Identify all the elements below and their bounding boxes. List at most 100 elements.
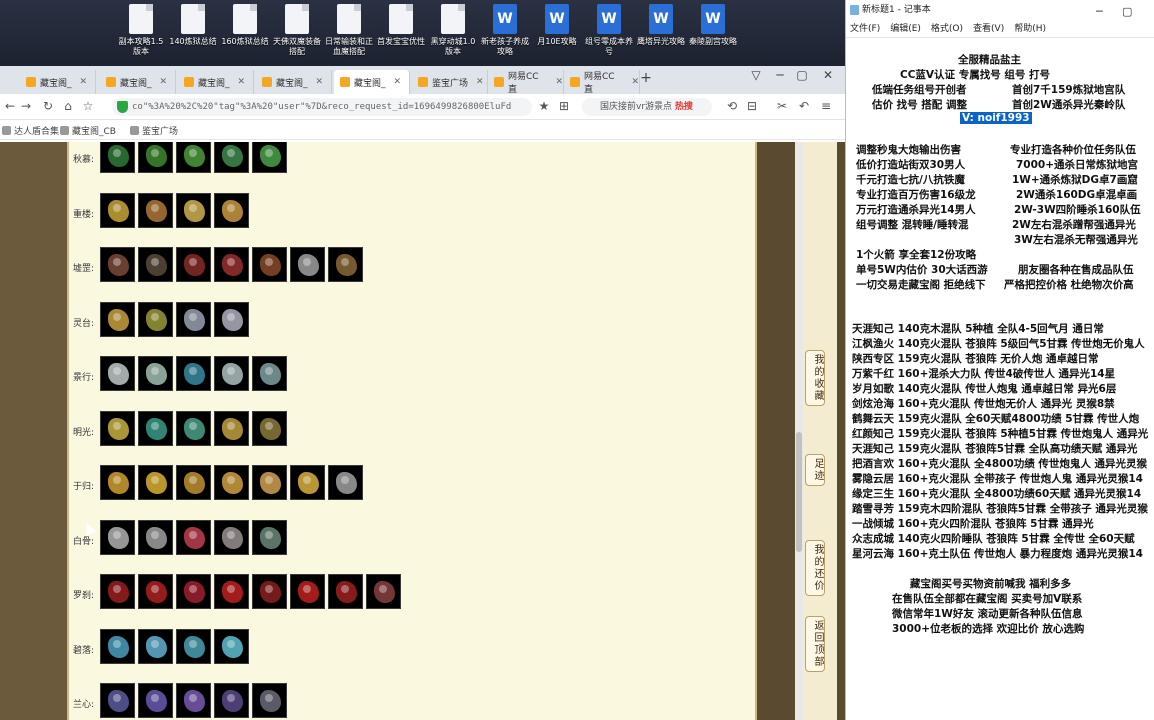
scroll-thumb[interactable]: [796, 432, 802, 552]
bookmark-item[interactable]: 藏宝阁_CB: [60, 124, 116, 137]
notepad-menu-item[interactable]: 编辑(E): [890, 20, 921, 37]
equipment-item-icon[interactable]: [214, 356, 249, 391]
equipment-item-icon[interactable]: [290, 574, 325, 609]
equipment-item-icon[interactable]: [214, 301, 249, 337]
menu-icon[interactable]: ≡: [818, 99, 834, 113]
equipment-item-icon[interactable]: [214, 410, 249, 446]
desktop-icon[interactable]: W 鹰塔异光攻略: [637, 4, 685, 66]
tab-close-icon[interactable]: ✕: [394, 77, 402, 87]
equipment-item-icon[interactable]: [138, 356, 173, 391]
equipment-item-icon[interactable]: [138, 410, 173, 446]
equipment-item-icon[interactable]: [100, 683, 135, 718]
close-button[interactable]: ✕: [818, 68, 838, 82]
equipment-item-icon[interactable]: [176, 410, 211, 446]
desktop-icon[interactable]: 160炼狱总结: [221, 4, 269, 66]
equipment-item-icon[interactable]: [290, 465, 325, 500]
equipment-item-icon[interactable]: [252, 465, 287, 500]
equipment-item-icon[interactable]: [252, 247, 287, 282]
bookmark-item[interactable]: 达人盾合集: [2, 124, 59, 137]
sync-icon[interactable]: ⟲: [724, 99, 740, 113]
equipment-item-icon[interactable]: [252, 142, 287, 173]
bookmark-star-icon[interactable]: ☆: [80, 99, 96, 113]
search-input[interactable]: 国庆接前vr游景点 热搜: [582, 98, 712, 116]
equipment-item-icon[interactable]: [176, 142, 211, 173]
browser-tab[interactable]: 藏宝阁_ ✕: [256, 70, 332, 94]
browser-tab[interactable]: 藏宝阁_ ✕: [20, 70, 96, 94]
notepad-menu-item[interactable]: 格式(O): [931, 20, 963, 37]
browser-tab[interactable]: 网易CC直 ✕: [488, 70, 564, 95]
desktop-icon[interactable]: 副本攻略1.5版本: [118, 4, 164, 66]
tab-close-icon[interactable]: ✕: [238, 77, 246, 87]
desktop-icon[interactable]: 日常输装和正血魔搭配: [325, 4, 373, 66]
equipment-item-icon[interactable]: [100, 142, 135, 173]
browser-tab[interactable]: 藏宝阁_ ✕: [178, 70, 254, 94]
equipment-item-icon[interactable]: [176, 683, 211, 718]
desktop-icon[interactable]: W 新老孩子养成攻略: [481, 4, 529, 66]
equipment-item-icon[interactable]: [366, 574, 401, 609]
notepad-minimize-button[interactable]: ─: [1096, 2, 1103, 22]
notepad-menu-item[interactable]: 文件(F): [850, 20, 880, 37]
equipment-item-icon[interactable]: [290, 247, 325, 282]
equipment-item-icon[interactable]: [252, 356, 287, 391]
equipment-item-icon[interactable]: [138, 574, 173, 609]
scissors-icon[interactable]: ✂: [774, 99, 790, 113]
favorite-star-icon[interactable]: ★: [536, 99, 552, 113]
bookmark-item[interactable]: 鉴宝广场: [130, 124, 178, 137]
equipment-item-icon[interactable]: [138, 247, 173, 282]
desktop-icon[interactable]: W 组号零成本养号: [585, 4, 633, 66]
my-offers-button[interactable]: 我的还价: [805, 540, 825, 596]
back-icon[interactable]: ←: [2, 99, 18, 113]
equipment-item-icon[interactable]: [100, 465, 135, 500]
equipment-item-icon[interactable]: [328, 247, 363, 282]
equipment-item-icon[interactable]: [214, 628, 249, 664]
browser-tab[interactable]: 藏宝阁_ ✕: [100, 70, 176, 94]
browser-tab[interactable]: 藏宝阁_ ✕: [334, 70, 410, 94]
equipment-item-icon[interactable]: [176, 356, 211, 391]
scrollbar[interactable]: [795, 142, 803, 720]
equipment-item-icon[interactable]: [138, 519, 173, 555]
equipment-item-icon[interactable]: [138, 628, 173, 664]
undo-icon[interactable]: ↶: [796, 99, 812, 113]
desktop-icon[interactable]: 140炼狱总结: [169, 4, 217, 66]
desktop-icon[interactable]: W 月10E攻略: [534, 4, 580, 66]
equipment-item-icon[interactable]: [138, 465, 173, 500]
tab-close-icon[interactable]: ✕: [160, 77, 168, 87]
equipment-item-icon[interactable]: [176, 628, 211, 664]
tab-close-icon[interactable]: ✕: [476, 77, 484, 87]
equipment-item-icon[interactable]: [138, 192, 173, 228]
equipment-item-icon[interactable]: [214, 247, 249, 282]
tab-close-icon[interactable]: ✕: [316, 77, 324, 87]
equipment-item-icon[interactable]: [214, 683, 249, 718]
back-to-top-button[interactable]: 返回顶部: [805, 616, 825, 672]
desktop-icon[interactable]: 首发宝宝优性: [377, 4, 425, 66]
equipment-item-icon[interactable]: [328, 574, 363, 609]
equipment-item-icon[interactable]: [138, 142, 173, 173]
equipment-item-icon[interactable]: [100, 192, 135, 228]
equipment-item-icon[interactable]: [100, 574, 135, 609]
browser-tab[interactable]: 鉴宝广场 ✕: [412, 70, 488, 94]
equipment-item-icon[interactable]: [252, 683, 287, 718]
tab-close-icon[interactable]: ✕: [555, 77, 563, 87]
equipment-item-icon[interactable]: [214, 192, 249, 228]
notepad-maximize-button[interactable]: ▢: [1122, 2, 1132, 22]
equipment-item-icon[interactable]: [138, 301, 173, 337]
maximize-button[interactable]: ▢: [792, 68, 812, 82]
equipment-item-icon[interactable]: [100, 247, 135, 282]
equipment-item-icon[interactable]: [252, 410, 287, 446]
equipment-item-icon[interactable]: [252, 519, 287, 555]
equipment-item-icon[interactable]: [100, 356, 135, 391]
equipment-item-icon[interactable]: [214, 519, 249, 555]
equipment-item-icon[interactable]: [100, 410, 135, 446]
tab-close-icon[interactable]: ✕: [631, 77, 639, 87]
forward-icon[interactable]: →: [18, 99, 34, 113]
equipment-item-icon[interactable]: [176, 247, 211, 282]
equipment-item-icon[interactable]: [176, 301, 211, 337]
equipment-item-icon[interactable]: [176, 574, 211, 609]
equipment-item-icon[interactable]: [214, 574, 249, 609]
minimize-button[interactable]: ─: [770, 68, 790, 82]
address-input[interactable]: co"%3A%20%2C%20"tag"%3A%20"user"%7D&reco…: [112, 98, 532, 116]
grid-apps-icon[interactable]: ⊟: [744, 99, 760, 113]
desktop-icon[interactable]: W 秦陵副宫攻略: [689, 4, 737, 66]
home-icon[interactable]: ⌂: [60, 99, 76, 113]
equipment-item-icon[interactable]: [100, 301, 135, 337]
